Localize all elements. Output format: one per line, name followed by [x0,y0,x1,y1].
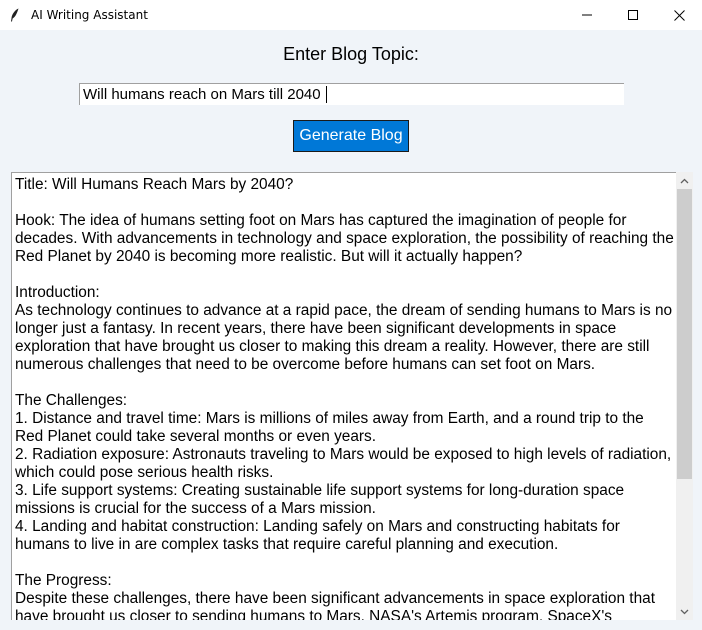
close-button[interactable] [656,0,702,30]
topic-heading: Enter Blog Topic: [283,44,419,64]
minimize-button[interactable] [564,0,610,30]
maximize-button[interactable] [610,0,656,30]
chevron-down-icon [680,609,689,614]
output-scrollbar[interactable] [676,172,693,620]
scroll-thumb[interactable] [677,189,692,479]
generate-blog-button[interactable]: Generate Blog [293,120,409,152]
blog-output-textarea[interactable]: Title: Will Humans Reach Mars by 2040? H… [11,172,692,620]
text-caret [326,86,327,103]
feather-icon [7,7,23,23]
minimize-icon [582,14,592,16]
maximize-icon [628,10,638,20]
title-bar: AI Writing Assistant [0,0,702,30]
topic-input[interactable] [79,83,624,105]
window-title: AI Writing Assistant [31,8,148,22]
close-icon [673,9,685,21]
scroll-up-button[interactable] [676,172,693,189]
chevron-up-icon [680,178,689,183]
scroll-down-button[interactable] [676,603,693,620]
blog-output-text: Title: Will Humans Reach Mars by 2040? H… [15,176,674,620]
